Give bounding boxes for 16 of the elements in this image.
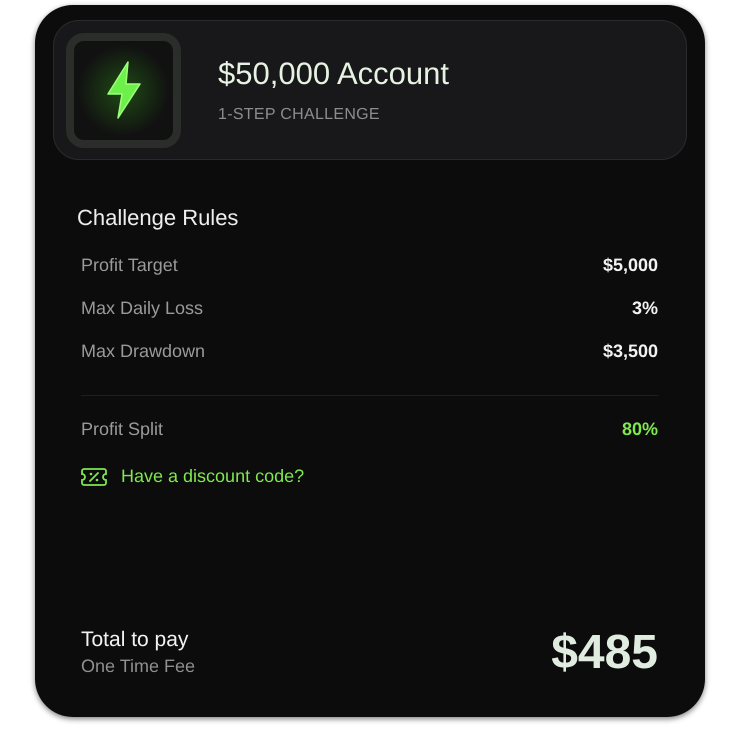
total-amount: $485 [551, 629, 658, 677]
account-subtitle: 1-STEP CHALLENGE [218, 106, 381, 124]
rule-value: 3% [632, 298, 658, 320]
profit-split-value: 80% [622, 419, 658, 441]
section-title: Challenge Rules [77, 205, 240, 231]
discount-code-link[interactable]: Have a discount code? [121, 466, 304, 487]
rule-value: $5,000 [602, 255, 658, 277]
rule-label: Max Daily Loss [81, 298, 204, 320]
fee-note: One Time Fee [81, 656, 196, 677]
rule-label: Max Drawdown [81, 341, 206, 363]
rule-label: Profit Target [81, 255, 178, 277]
total-label: Total to pay [81, 628, 190, 652]
rule-value: $3,500 [602, 341, 658, 363]
account-title: $50,000 Account [218, 56, 449, 92]
profit-split-label: Profit Split [81, 419, 164, 441]
discount-ticket-icon [81, 466, 107, 486]
